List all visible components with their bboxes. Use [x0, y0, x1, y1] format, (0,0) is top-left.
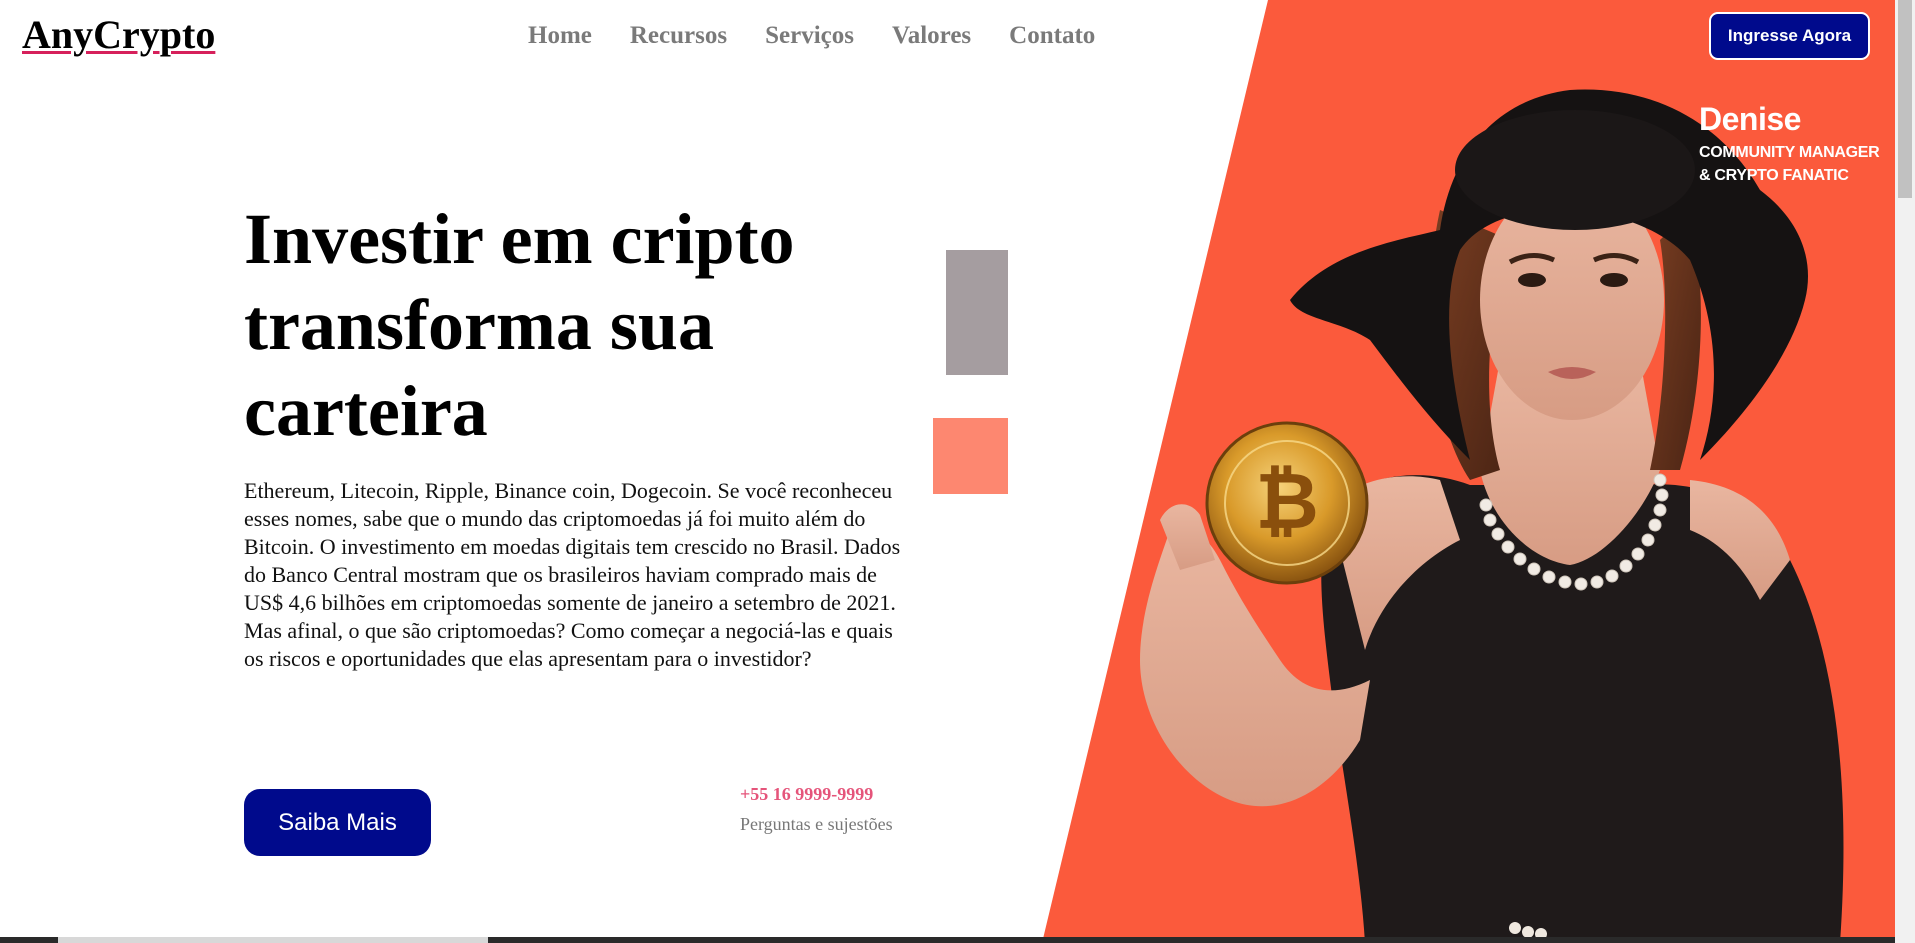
- bitcoin-coin-icon: ₿: [1205, 421, 1369, 585]
- hero-body-text: Ethereum, Litecoin, Ripple, Binance coin…: [244, 478, 901, 671]
- main-nav: Home Recursos Serviços Valores Contato: [528, 20, 1095, 52]
- decorative-square-gray: [946, 250, 1008, 375]
- profile-role-line1: COMMUNITY MANAGER: [1699, 144, 1880, 161]
- svg-text:₿: ₿: [1255, 457, 1319, 545]
- nav-item-servicos[interactable]: Serviços: [765, 20, 854, 52]
- profile-name: Denise: [1699, 101, 1801, 137]
- hero-headline: Investir em cripto transforma sua cartei…: [244, 199, 795, 451]
- contact-caption: Perguntas e sujestões: [740, 814, 893, 834]
- vertical-scrollbar[interactable]: [1895, 0, 1915, 943]
- nav-item-recursos[interactable]: Recursos: [630, 20, 727, 52]
- horizontal-scrollbar-thumb[interactable]: [58, 937, 488, 943]
- profile-role: COMMUNITY MANAGER & CRYPTO FANATIC: [1699, 141, 1880, 187]
- brand-logo[interactable]: AnyCrypto: [22, 12, 215, 58]
- profile-role-line2: & CRYPTO FANATIC: [1699, 167, 1849, 184]
- nav-item-valores[interactable]: Valores: [892, 20, 971, 52]
- nav-item-home[interactable]: Home: [528, 20, 592, 52]
- horizontal-scrollbar[interactable]: [0, 937, 1895, 943]
- vertical-scrollbar-thumb[interactable]: [1898, 0, 1912, 198]
- learn-more-button[interactable]: Saiba Mais: [244, 789, 431, 856]
- nav-item-contato[interactable]: Contato: [1009, 20, 1095, 52]
- join-now-button[interactable]: Ingresse Agora: [1709, 12, 1870, 60]
- decorative-square-salmon: [933, 418, 1008, 494]
- contact-phone[interactable]: +55 16 9999-9999: [740, 782, 873, 806]
